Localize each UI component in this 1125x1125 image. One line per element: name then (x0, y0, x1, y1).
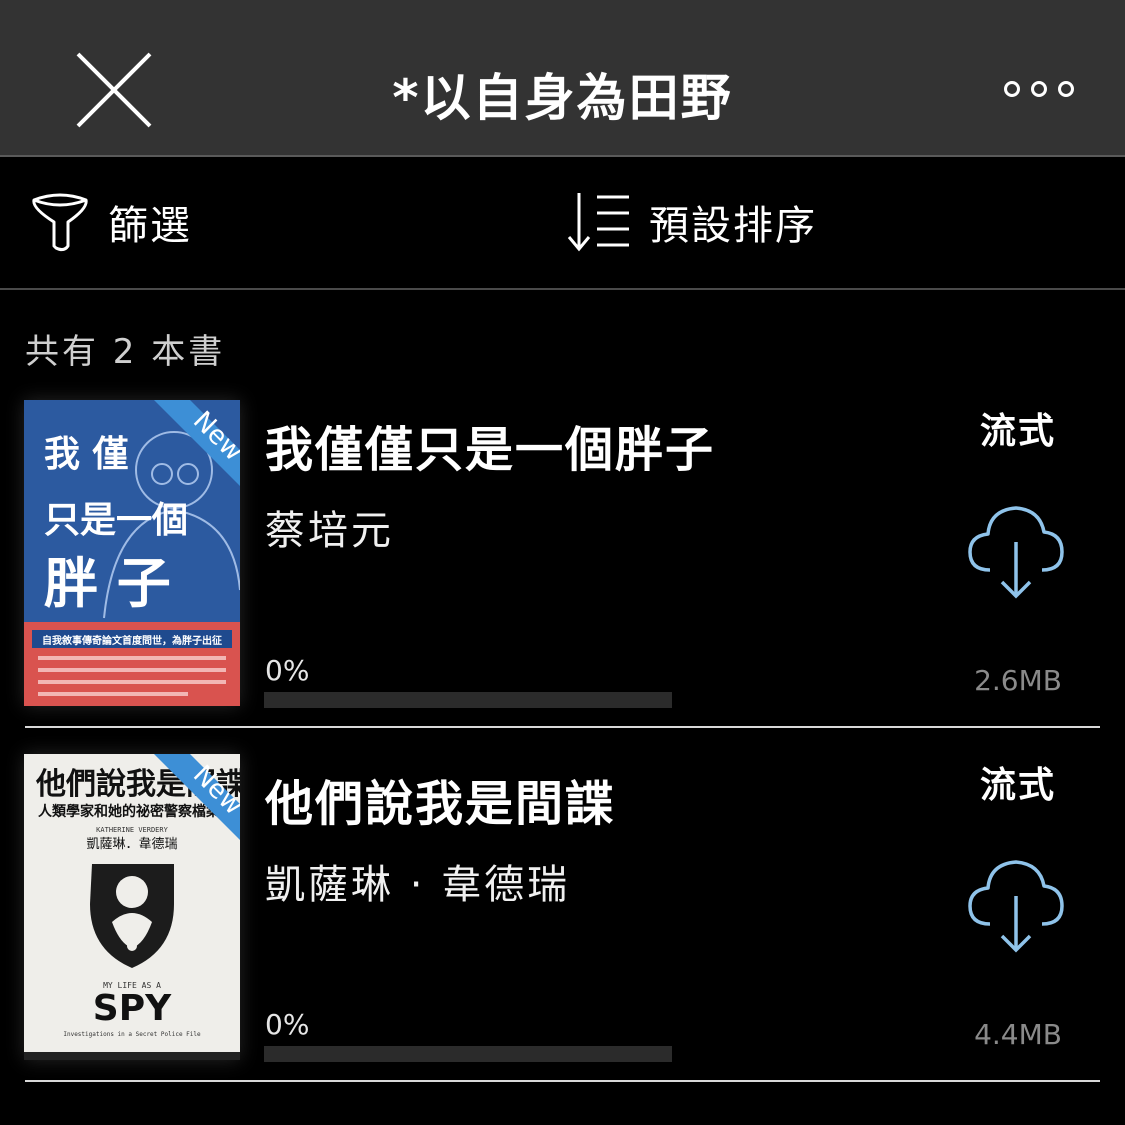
download-button[interactable] (964, 852, 1068, 956)
funnel-icon (32, 193, 88, 252)
book-author: 凱薩琳 · 韋德瑞 (265, 862, 571, 908)
cover-image: 我 僅 只是一個 胖 子 自我敘事傳奇論文首度問世，為胖子出征 New (24, 400, 240, 706)
download-button[interactable] (964, 498, 1068, 602)
sort-label: 預設排序 (649, 203, 817, 249)
progress-text: 0% (265, 654, 310, 687)
cover-subtitle: 人類學家和她的祕密警察檔案 (38, 803, 221, 820)
filter-button[interactable]: 篩選 (30, 192, 192, 252)
cloud-download-icon (968, 860, 1064, 953)
more-dots-icon (1004, 81, 1074, 97)
cover-banner: 自我敘事傳奇論文首度問世，為胖子出征 (42, 634, 222, 647)
cover-image: 他們說我是間諜 人類學家和她的祕密警察檔案 KATHERINE VERDERY … (24, 754, 240, 1060)
book-title[interactable]: 他們說我是間諜 (265, 764, 615, 834)
book-author: 蔡培元 (265, 508, 394, 554)
top-bar: *以自身為田野 (0, 0, 1125, 157)
progress-bar (264, 692, 672, 708)
reading-mode-label[interactable]: 流式 (980, 756, 1056, 808)
cover-en-sub: Investigations in a Secret Police File (63, 1031, 201, 1038)
cover-en-big: SPY (93, 988, 172, 1029)
sort-button[interactable]: 預設排序 (565, 192, 817, 252)
cover-line2: 只是一個 (44, 500, 188, 541)
page-title: *以自身為田野 (392, 69, 733, 127)
book-row[interactable]: 我 僅 只是一個 胖 子 自我敘事傳奇論文首度問世，為胖子出征 New 我僅僅只… (0, 400, 1125, 754)
file-size: 2.6MB (974, 664, 1062, 697)
more-options-button[interactable] (1000, 74, 1080, 104)
progress-text: 0% (265, 1008, 310, 1041)
reading-mode-label[interactable]: 流式 (980, 402, 1056, 454)
row-divider (25, 1080, 1100, 1082)
filter-label: 篩選 (108, 203, 192, 249)
cover-line1: 我 僅 (44, 434, 129, 475)
book-cover[interactable]: 他們說我是間諜 人類學家和她的祕密警察檔案 KATHERINE VERDERY … (24, 754, 240, 1060)
book-count: 共有 2 本書 (25, 332, 226, 372)
book-cover[interactable]: 我 僅 只是一個 胖 子 自我敘事傳奇論文首度問世，為胖子出征 New (24, 400, 240, 706)
book-title[interactable]: 我僅僅只是一個胖子 (265, 410, 715, 480)
cloud-download-icon (968, 506, 1064, 599)
filter-sort-toolbar: 篩選 預設排序 (0, 157, 1125, 290)
cover-author-cn: 凱薩琳．韋德瑞 (86, 837, 177, 852)
row-divider (25, 726, 1100, 728)
cover-line3: 胖 子 (44, 552, 171, 615)
progress-bar (264, 1046, 672, 1062)
sort-icon (567, 193, 629, 252)
book-row[interactable]: 他們說我是間諜 人類學家和她的祕密警察檔案 KATHERINE VERDERY … (0, 754, 1125, 1108)
cover-author-en: KATHERINE VERDERY (96, 826, 168, 834)
file-size: 4.4MB (974, 1018, 1062, 1051)
